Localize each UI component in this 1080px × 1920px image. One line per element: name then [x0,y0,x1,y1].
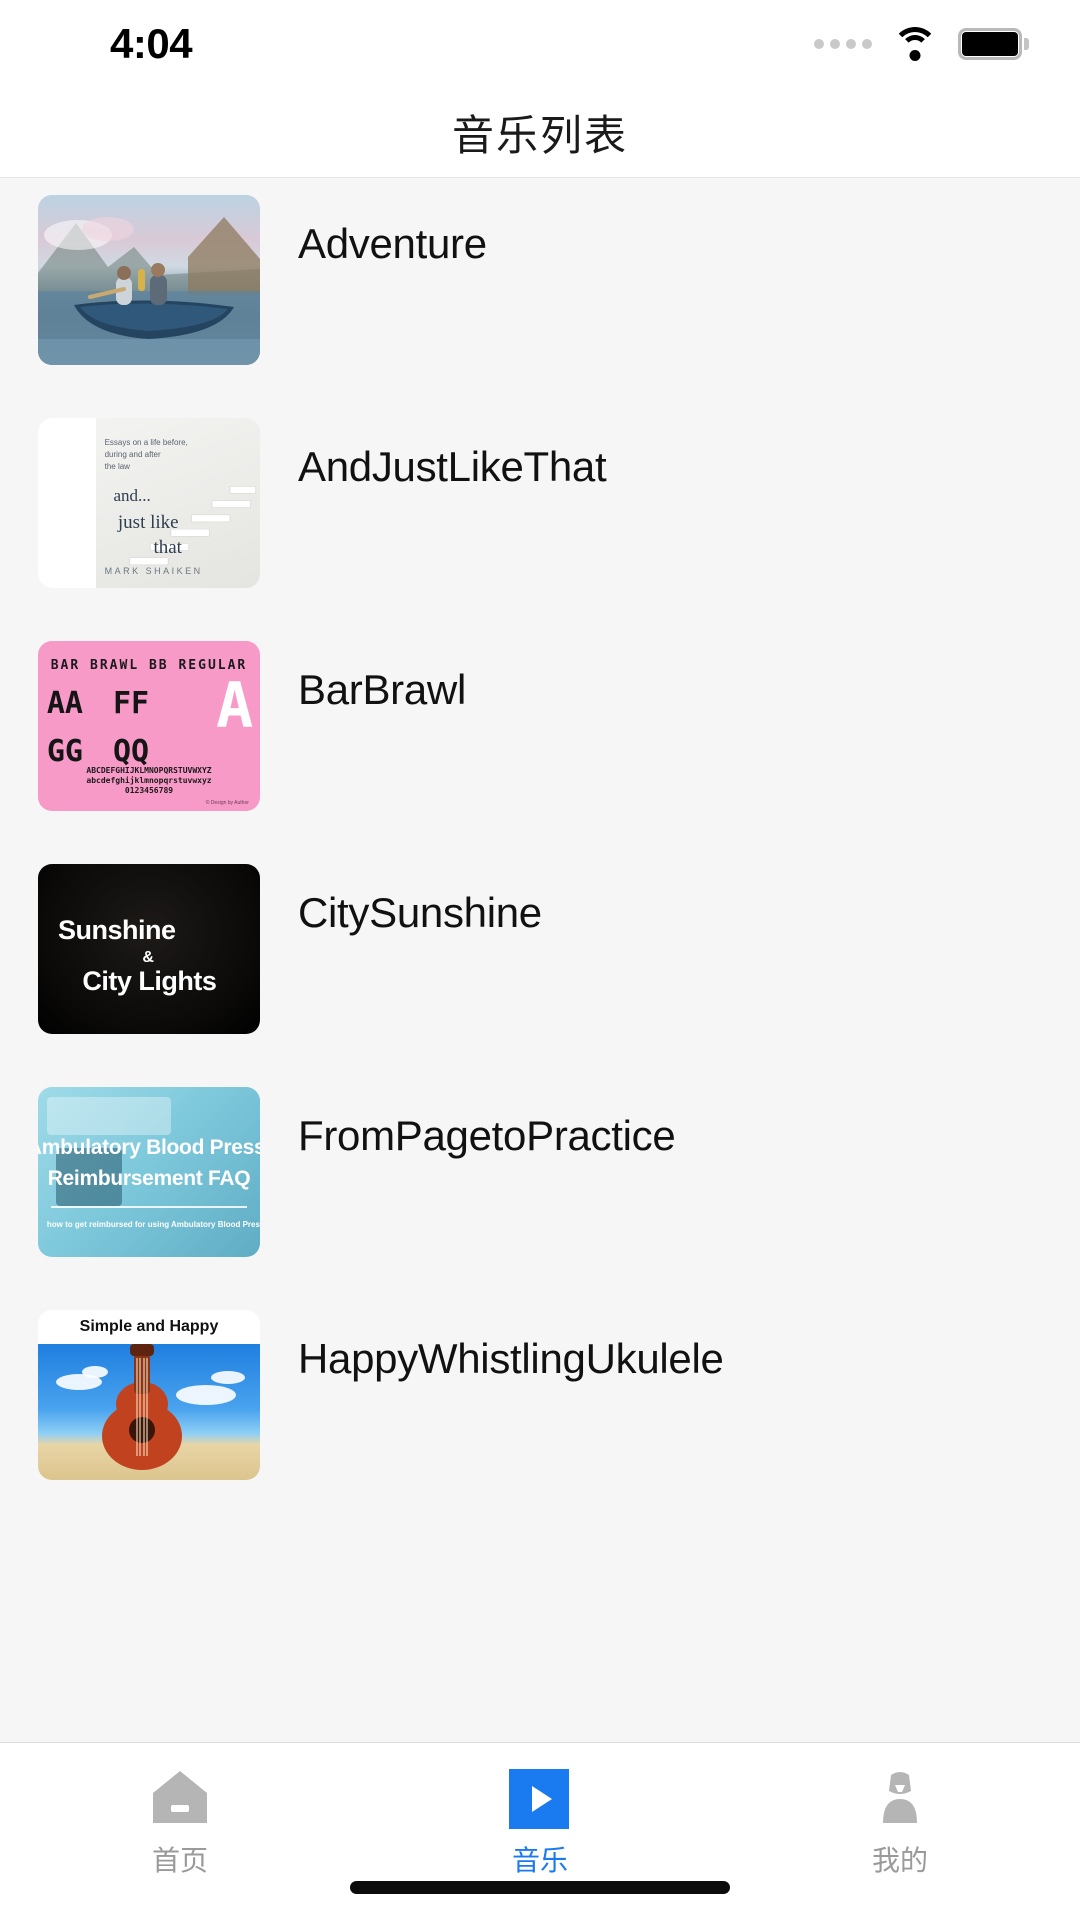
artwork-andjustlikethat-graphic: Essays on a life before, during and after… [38,418,260,588]
artwork-happywhistlingukulele-graphic: Simple and Happy [38,1310,260,1480]
track-title: FromPagetoPractice [298,1112,676,1159]
artwork-line-2: Reimbursement FAQ [47,1166,251,1190]
tab-music[interactable]: 音乐 [360,1769,720,1879]
artwork-caption: Simple and Happy [38,1310,260,1344]
tab-home[interactable]: 首页 [0,1769,360,1879]
navigation-bar: 音乐列表 [0,88,1080,178]
music-list[interactable]: Adventure Essays on a life before, durin… [0,178,1080,1742]
tab-bar: 首页 音乐 我的 [0,1742,1080,1920]
list-item[interactable]: Adventure [0,178,1080,401]
track-title: AndJustLikeThat [298,443,607,490]
battery-icon [958,28,1029,60]
artwork-author: MARK SHAIKEN [104,566,203,577]
artwork-barbrawl[interactable]: BAR BRAWL BB REGULAR A AA GG FF QQ ABCDE… [38,641,260,811]
artwork-frompagetopractice-graphic: Ambulatory Blood Pressure Reimbursement … [38,1087,260,1257]
signal-dots-icon [814,39,872,49]
home-indicator [350,1881,730,1894]
home-icon [149,1769,211,1825]
tab-profile[interactable]: 我的 [720,1769,1080,1879]
track-title: CitySunshine [298,889,542,936]
artwork-line-1: Sunshine [57,915,176,945]
artwork-blurb: Essays on a life before, during and after… [104,437,188,471]
list-item[interactable]: BAR BRAWL BB REGULAR A AA GG FF QQ ABCDE… [0,624,1080,847]
wifi-icon [892,27,938,61]
artwork-credit: © Design by Author [205,799,249,806]
status-indicators [814,27,1029,61]
artwork-ampersand: & [142,949,154,966]
list-item[interactable]: Essays on a life before, during and after… [0,401,1080,624]
list-item[interactable]: Simple and Happy HappyWhistlingUkulele [0,1293,1080,1516]
tab-music-label: 音乐 [511,1845,568,1876]
artwork-line-1: Ambulatory Blood Pressure [38,1136,260,1160]
artwork-adventure[interactable] [38,195,260,365]
artwork-subtitle: how to get reimbursed for using Ambulato… [46,1219,260,1229]
track-title: Adventure [298,220,487,267]
artwork-line-1: and... [113,486,151,505]
artwork-andjustlikethat[interactable]: Essays on a life before, during and after… [38,418,260,588]
tab-home-label: 首页 [151,1845,208,1876]
page-title: 音乐列表 [451,112,628,159]
track-title: BarBrawl [298,666,466,713]
user-icon [869,1769,931,1825]
artwork-alphabet: ABCDEFGHIJKLMNOPQRSTUVWXYZ abcdefghijklm… [86,765,212,795]
artwork-citysunshine[interactable]: Sunshine & City Lights [38,864,260,1034]
app-screen: 4:04 音乐列表 Adventure Essays on a life bef… [0,0,1080,1920]
list-item[interactable]: Sunshine & City Lights CitySunshine [0,847,1080,1070]
artwork-adventure-graphic [38,217,260,365]
artwork-line-2: just like [117,511,179,533]
status-bar: 4:04 [0,0,1080,88]
artwork-barbrawl-graphic: BAR BRAWL BB REGULAR A AA GG FF QQ ABCDE… [38,641,260,811]
status-time: 4:04 [110,20,193,67]
list-item[interactable]: Ambulatory Blood Pressure Reimbursement … [0,1070,1080,1293]
artwork-frompagetopractice[interactable]: Ambulatory Blood Pressure Reimbursement … [38,1087,260,1257]
artwork-line-3: that [153,537,182,558]
artwork-line-2: City Lights [82,966,217,996]
artwork-citysunshine-graphic: Sunshine & City Lights [38,864,260,1034]
tab-profile-label: 我的 [871,1845,928,1876]
play-icon [509,1769,571,1829]
artwork-happywhistlingukulele[interactable]: Simple and Happy [38,1310,260,1480]
track-title: HappyWhistlingUkulele [298,1335,724,1382]
